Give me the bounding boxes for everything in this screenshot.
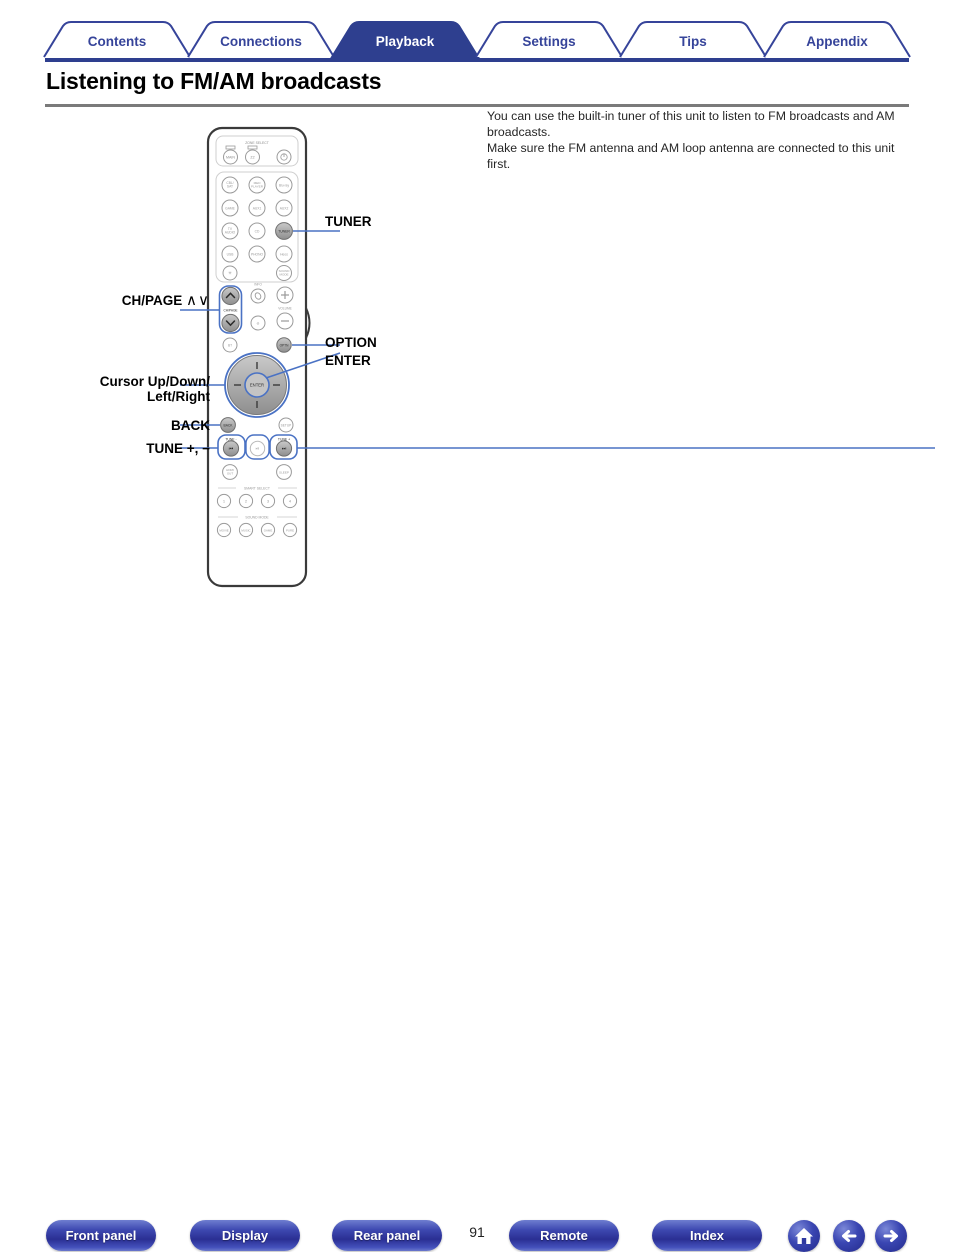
title-divider — [45, 104, 909, 107]
home-glyph — [795, 1228, 813, 1244]
svg-text:⏭: ⏭ — [282, 446, 287, 452]
home-icon[interactable] — [788, 1220, 820, 1252]
svg-text:Heos: Heos — [280, 252, 288, 256]
tab-playback[interactable]: Playback — [359, 35, 451, 49]
tab-appendix[interactable]: Appendix — [791, 35, 883, 49]
svg-text:GAME: GAME — [264, 528, 273, 532]
tab-settings[interactable]: Settings — [503, 35, 595, 49]
arrow-left-icon[interactable] — [833, 1220, 865, 1252]
callout-cursor-line2: Left/Right — [147, 389, 210, 404]
svg-text:PLAYER: PLAYER — [251, 185, 264, 189]
svg-text:MAIN: MAIN — [226, 156, 235, 160]
tab-connections[interactable]: Connections — [215, 35, 307, 49]
svg-text:USB: USB — [227, 252, 235, 256]
svg-text:MODE: MODE — [280, 272, 289, 276]
svg-text:PURE: PURE — [286, 528, 294, 532]
svg-text:⏮: ⏮ — [229, 446, 234, 452]
svg-text:SOUND MODE: SOUND MODE — [245, 516, 269, 520]
svg-text:PHONO: PHONO — [251, 252, 264, 256]
svg-text:Blu-ray: Blu-ray — [279, 183, 290, 187]
tab-contents[interactable]: Contents — [71, 35, 163, 49]
callout-enter: ENTER — [325, 353, 371, 368]
svg-text:AUX2: AUX2 — [280, 206, 289, 210]
svg-text:BACK: BACK — [224, 423, 234, 427]
svg-text:BT: BT — [228, 343, 232, 347]
callout-back: BACK — [171, 418, 210, 433]
svg-text:SMART SELECT: SMART SELECT — [244, 487, 270, 491]
callout-tuner: TUNER — [325, 214, 372, 229]
svg-text:TUNER: TUNER — [278, 229, 290, 233]
svg-text:⊘: ⊘ — [256, 321, 259, 325]
svg-text:SETUP: SETUP — [281, 423, 292, 427]
remote-svg: ZONE SELECT MAIN Z2 CBL/ SAT MED PLAYER … — [175, 126, 935, 588]
svg-text:AUDIO: AUDIO — [225, 231, 236, 235]
svg-text:✳: ✳ — [228, 271, 232, 276]
footer-nav: Front panel Display Rear panel 91 Remote… — [0, 600, 954, 1252]
callout-cursor: Cursor Up/Down/ Left/Right — [30, 374, 210, 404]
tab-bar: Contents Connections Playback Settings T… — [0, 0, 954, 62]
tab-bar-shapes — [43, 21, 911, 58]
svg-text:ENTER: ENTER — [250, 383, 264, 388]
callout-ch-page-text: CH/PAGE — [121, 293, 183, 308]
svg-text:CH/PAGE: CH/PAGE — [223, 308, 237, 312]
svg-text:VOLUME: VOLUME — [278, 307, 291, 311]
svg-text:⏯: ⏯ — [255, 446, 259, 452]
svg-text:AUX1: AUX1 — [253, 206, 262, 210]
callout-ch-page-arrows: ∧∨ — [186, 292, 210, 309]
svg-text:Z2: Z2 — [250, 156, 254, 160]
arrow-left-glyph — [842, 1230, 857, 1242]
arrow-right-icon[interactable] — [875, 1220, 907, 1252]
svg-text:INFO: INFO — [254, 283, 262, 287]
svg-text:OUT: OUT — [227, 471, 234, 475]
remote-ch-page-up[interactable] — [221, 286, 240, 306]
footer-display-button[interactable]: Display — [190, 1220, 300, 1251]
tab-tips[interactable]: Tips — [647, 35, 739, 49]
callout-tune: TUNE +, − — [146, 441, 210, 456]
svg-text:ZONE SELECT: ZONE SELECT — [245, 141, 269, 145]
footer-index-button[interactable]: Index — [652, 1220, 762, 1251]
header-divider — [45, 58, 909, 62]
callout-ch-page: CH/PAGE ∧∨ — [60, 293, 210, 308]
footer-front-panel-button[interactable]: Front panel — [46, 1220, 156, 1251]
remote-control-illustration: ZONE SELECT MAIN Z2 CBL/ SAT MED PLAYER … — [175, 120, 940, 600]
svg-text:SAT: SAT — [227, 185, 233, 189]
callout-option: OPTION — [325, 335, 377, 350]
svg-text:SLEEP: SLEEP — [279, 470, 289, 474]
page-number: 91 — [469, 1224, 485, 1240]
svg-text:MUSIC: MUSIC — [241, 528, 250, 532]
footer-remote-button[interactable]: Remote — [509, 1220, 619, 1251]
svg-text:OPTN: OPTN — [280, 343, 290, 347]
page-title: Listening to FM/AM broadcasts — [46, 68, 382, 94]
remote-ch-page-down[interactable] — [221, 313, 240, 333]
svg-text:MOVIE: MOVIE — [219, 528, 228, 532]
svg-text:CD: CD — [255, 229, 260, 233]
arrow-right-glyph — [883, 1230, 898, 1242]
callout-cursor-line1: Cursor Up/Down/ — [99, 374, 210, 389]
footer-rear-panel-button[interactable]: Rear panel — [332, 1220, 442, 1251]
svg-text:GAME: GAME — [225, 206, 236, 210]
